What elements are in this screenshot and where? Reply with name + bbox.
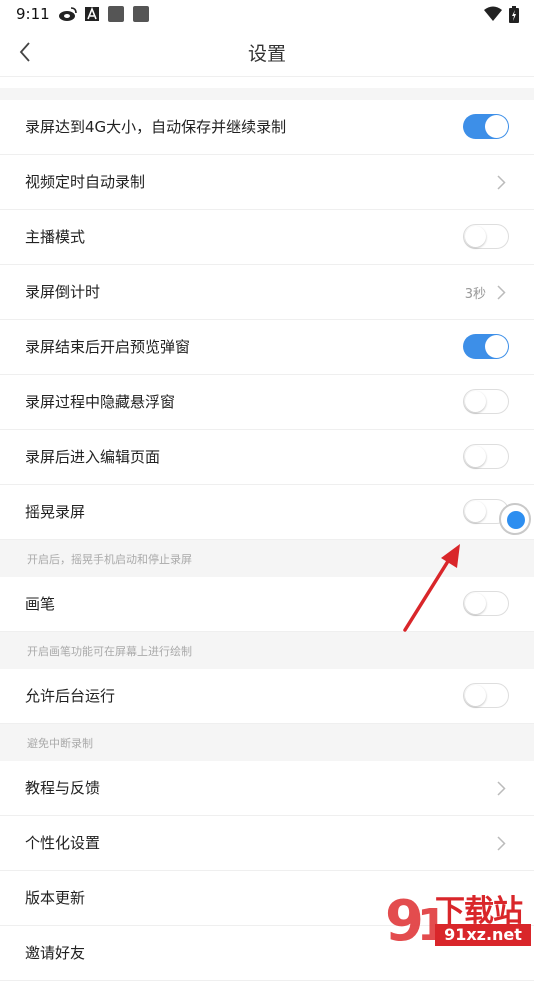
toggle-knob bbox=[485, 335, 508, 358]
setting-label: 录屏过程中隐藏悬浮窗 bbox=[25, 393, 176, 411]
toggle-knob bbox=[465, 391, 486, 412]
chevron-right-icon bbox=[497, 781, 506, 796]
setting-label: 录屏达到4G大小，自动保存并继续录制 bbox=[25, 118, 287, 136]
notification-square-icon bbox=[108, 6, 124, 22]
setting-row-enter-edit-page[interactable]: 录屏后进入编辑页面 bbox=[0, 430, 534, 485]
setting-label: 教程与反馈 bbox=[25, 779, 101, 797]
auto-save-4g-toggle[interactable] bbox=[463, 114, 509, 139]
chevron-right-icon bbox=[497, 285, 506, 300]
background-run-toggle[interactable] bbox=[463, 683, 509, 708]
setting-row-tutorial-feedback[interactable]: 教程与反馈 bbox=[0, 761, 534, 816]
setting-row-personalization[interactable]: 个性化设置 bbox=[0, 816, 534, 871]
hint-text: 开启画笔功能可在屏幕上进行绘制 bbox=[27, 645, 192, 658]
setting-label: 视频定时自动录制 bbox=[25, 173, 146, 191]
hide-floating-window-toggle[interactable] bbox=[463, 389, 509, 414]
watermark-logo: 9 1 下载站 91xz.net bbox=[383, 882, 534, 954]
brush-toggle[interactable] bbox=[463, 591, 509, 616]
setting-label: 摇晃录屏 bbox=[25, 503, 86, 521]
watermark-url: 91xz.net bbox=[435, 924, 531, 946]
toggle-knob bbox=[485, 115, 508, 138]
touch-dot bbox=[507, 511, 525, 529]
notification-a-icon bbox=[85, 6, 99, 21]
setting-label: 录屏后进入编辑页面 bbox=[25, 448, 161, 466]
hint-text: 避免中断录制 bbox=[27, 737, 93, 750]
brush-hint: 开启画笔功能可在屏幕上进行绘制 bbox=[0, 632, 534, 669]
setting-row-hide-floating-window[interactable]: 录屏过程中隐藏悬浮窗 bbox=[0, 375, 534, 430]
setting-label: 个性化设置 bbox=[25, 834, 101, 852]
setting-label: 版本更新 bbox=[25, 889, 86, 907]
setting-row-preview-popup[interactable]: 录屏结束后开启预览弹窗 bbox=[0, 320, 534, 375]
toggle-knob bbox=[465, 501, 486, 522]
chevron-right-icon bbox=[497, 836, 506, 851]
weibo-icon bbox=[59, 7, 77, 21]
toggle-knob bbox=[465, 593, 486, 614]
setting-label: 允许后台运行 bbox=[25, 687, 116, 705]
setting-row-streamer-mode[interactable]: 主播模式 bbox=[0, 210, 534, 265]
background-run-hint: 避免中断录制 bbox=[0, 724, 534, 761]
setting-label: 录屏结束后开启预览弹窗 bbox=[25, 338, 191, 356]
setting-row-background-run[interactable]: 允许后台运行 bbox=[0, 669, 534, 724]
streamer-mode-toggle[interactable] bbox=[463, 224, 509, 249]
battery-charging-icon bbox=[509, 6, 519, 23]
setting-label: 邀请好友 bbox=[25, 944, 86, 962]
setting-row-shake-record[interactable]: 摇晃录屏 bbox=[0, 485, 534, 540]
toggle-knob bbox=[465, 446, 486, 467]
preview-popup-toggle[interactable] bbox=[463, 334, 509, 359]
hint-text: 开启后，摇晃手机启动和停止录屏 bbox=[27, 553, 192, 566]
section-gap bbox=[0, 88, 534, 100]
chevron-right-icon bbox=[497, 175, 506, 190]
setting-label: 录屏倒计时 bbox=[25, 283, 101, 301]
title-bar: 设置 bbox=[0, 28, 534, 77]
page-title: 设置 bbox=[247, 43, 286, 65]
enter-edit-page-toggle[interactable] bbox=[463, 444, 509, 469]
status-time: 9:11 bbox=[16, 5, 50, 23]
setting-label: 画笔 bbox=[25, 595, 56, 613]
toggle-knob bbox=[465, 685, 486, 706]
touch-indicator bbox=[499, 503, 531, 535]
countdown-value: 3秒 bbox=[464, 287, 486, 302]
status-bar: 9:11 bbox=[0, 0, 534, 28]
setting-row-scheduled-record[interactable]: 视频定时自动录制 bbox=[0, 155, 534, 210]
notification-square-icon bbox=[133, 6, 149, 22]
setting-row-countdown[interactable]: 录屏倒计时 3秒 bbox=[0, 265, 534, 320]
wifi-icon bbox=[484, 6, 502, 21]
setting-label: 主播模式 bbox=[25, 228, 86, 246]
annotation-arrow-icon bbox=[403, 544, 460, 632]
toggle-knob bbox=[465, 226, 486, 247]
setting-row-auto-save-4g[interactable]: 录屏达到4G大小，自动保存并继续录制 bbox=[0, 100, 534, 155]
